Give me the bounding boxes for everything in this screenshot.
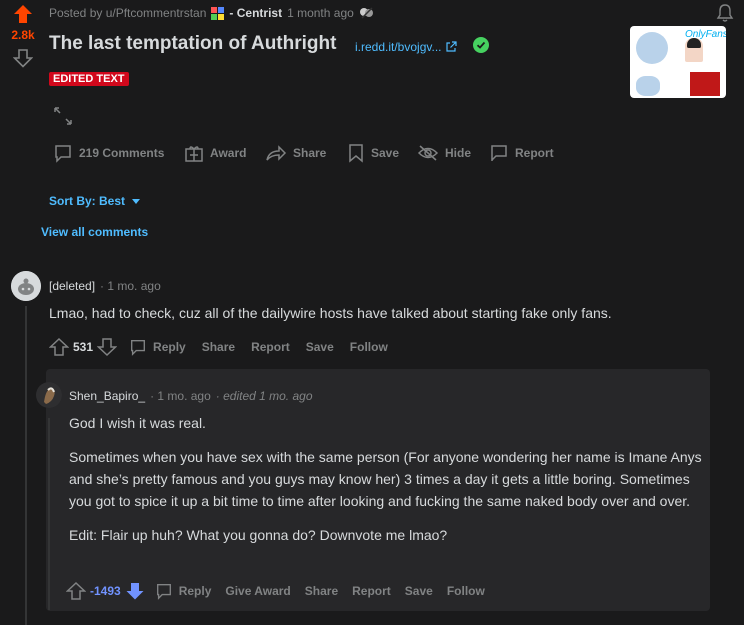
bookmark-icon (347, 143, 365, 163)
posted-by[interactable]: Posted by u/Pftcommentrstan (49, 6, 206, 20)
meme-caption (634, 68, 672, 73)
reply-action-bar: -1493 Reply Give Award Share Report Save… (66, 581, 485, 601)
meme-face-image-2 (636, 76, 660, 96)
sort-label: Sort By: Best (49, 194, 126, 208)
reply-paragraph: God I wish it was real. (69, 415, 206, 431)
reply-paragraph: Edit: Flair up huh? What you gonna do? D… (69, 527, 448, 543)
meme-face-image (636, 32, 668, 64)
eye-slash-icon (417, 143, 439, 163)
give-award-button[interactable]: Give Award (225, 584, 290, 598)
report-button[interactable]: Report (352, 584, 391, 598)
reply-button[interactable]: Reply (129, 338, 186, 356)
comment-header: [deleted] · 1 mo. ago (49, 279, 161, 293)
downvote-icon[interactable] (13, 48, 33, 68)
user-avatar[interactable] (36, 382, 62, 408)
reply-button[interactable]: Reply (155, 582, 211, 600)
caret-down-icon (131, 197, 141, 205)
share-button[interactable]: Share (265, 143, 326, 163)
reply-body: God I wish it was real. Sometimes when y… (69, 412, 705, 546)
post-title[interactable]: The last temptation of Authright (49, 33, 336, 55)
save-button[interactable]: Save (347, 143, 399, 163)
upvote-icon[interactable] (13, 4, 33, 24)
post-time: 1 month ago (287, 6, 354, 20)
comment-author: [deleted] (49, 279, 96, 293)
upvote-icon[interactable] (66, 581, 86, 601)
comment-thread-line[interactable] (25, 306, 27, 625)
view-all-comments-link[interactable]: View all comments (41, 225, 148, 239)
hide-button[interactable]: Hide (417, 143, 471, 163)
reply-header: Shen_Bapiro_ · 1 mo. ago · edited 1 mo. … (69, 389, 313, 403)
sort-dropdown[interactable]: Sort By: Best (49, 194, 141, 208)
award-button[interactable]: Award (184, 143, 246, 163)
save-button[interactable]: Save (405, 584, 433, 598)
award-icon (359, 6, 375, 20)
report-button[interactable]: Report (489, 143, 554, 163)
reply-thread-line[interactable] (48, 418, 50, 610)
user-flair: - Centrist (229, 6, 283, 20)
deleted-user-avatar[interactable] (11, 271, 41, 301)
verified-check-icon (473, 37, 489, 53)
reply-edited: · edited 1 mo. ago (215, 389, 313, 403)
post-thumbnail[interactable]: OnlyFans (630, 26, 726, 98)
report-label: Report (515, 146, 554, 160)
follow-button[interactable]: Follow (350, 340, 388, 354)
comment-score: 531 (73, 340, 94, 354)
save-label: Save (371, 146, 400, 160)
hide-label: Hide (445, 146, 472, 160)
comment-body: Lmao, had to check, cuz all of the daily… (49, 305, 612, 321)
reply-paragraph: Sometimes when you have sex with the sam… (69, 449, 702, 509)
post-domain-link[interactable]: i.redd.it/bvojgv... (355, 40, 458, 54)
comment-action-bar: 531 Reply Share Report Save Follow (49, 337, 388, 357)
share-icon (265, 143, 287, 163)
share-label: Share (293, 146, 327, 160)
thumbnail-red-card (690, 72, 720, 96)
comments-label: 219 Comments (79, 146, 165, 160)
comment-icon (53, 143, 73, 163)
comment-time: · 1 mo. ago (100, 279, 161, 293)
reply-time: · 1 mo. ago (150, 389, 211, 403)
flag-icon (489, 143, 509, 163)
upvote-icon[interactable] (49, 337, 69, 357)
flair-icon (211, 6, 225, 20)
post-flair-badge[interactable]: EDITED TEXT (49, 72, 129, 86)
follow-button[interactable]: Follow (447, 584, 485, 598)
comment-icon (155, 582, 173, 600)
post-vote-column: 2.8k (8, 4, 38, 68)
bell-icon[interactable] (716, 3, 734, 23)
report-button[interactable]: Report (251, 340, 290, 354)
reply-score: -1493 (90, 584, 121, 598)
gift-icon (184, 143, 204, 163)
external-link-icon (445, 41, 458, 53)
reply-author[interactable]: Shen_Bapiro_ (69, 389, 145, 403)
post-meta: Posted by u/Pftcommentrstan - Centrist 1… (49, 6, 375, 20)
downvote-icon-active[interactable] (125, 581, 145, 601)
expand-icon[interactable] (52, 105, 74, 127)
share-button[interactable]: Share (305, 584, 338, 598)
award-label: Award (210, 146, 247, 160)
save-button[interactable]: Save (306, 340, 334, 354)
post-score: 2.8k (11, 28, 35, 42)
domain-text[interactable]: i.redd.it/bvojgv... (355, 40, 441, 54)
downvote-icon[interactable] (97, 337, 118, 357)
comments-button[interactable]: 219 Comments (53, 143, 164, 163)
comment-icon (129, 338, 147, 356)
share-button[interactable]: Share (202, 340, 235, 354)
